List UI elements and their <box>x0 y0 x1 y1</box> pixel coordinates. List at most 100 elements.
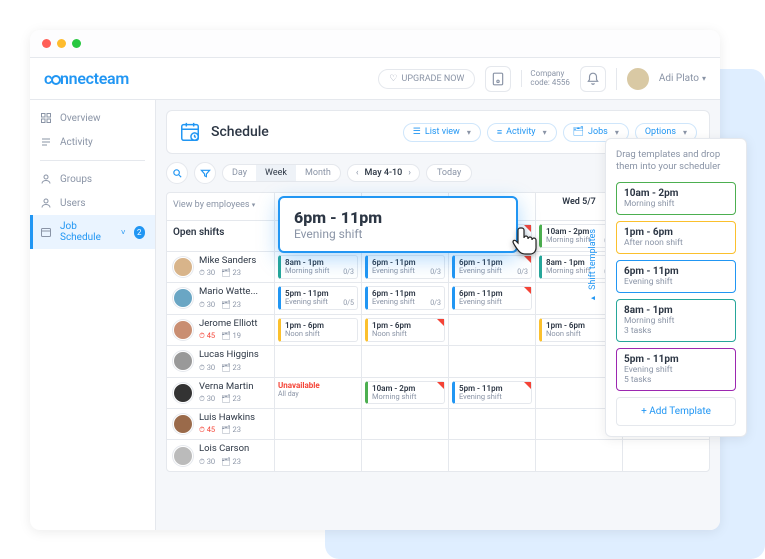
employee-cell[interactable]: Jerome Elliott⏱ 45🗂 19 <box>167 315 275 345</box>
templates-panel: Shift templates Drag templates and drop … <box>605 138 747 437</box>
templates-hint: Drag templates and drop them into your s… <box>616 149 736 174</box>
view-by-toggle[interactable]: View by employees ▾ <box>173 200 255 210</box>
dragging-template-time: 6pm - 11pm <box>294 208 502 227</box>
user-menu[interactable]: Adi Plato <box>659 73 706 84</box>
range-week[interactable]: Week <box>256 165 296 181</box>
open-shifts-label: Open shifts <box>167 221 275 251</box>
date-range: May 4-10 <box>365 168 403 178</box>
window-close-dot[interactable] <box>42 39 51 48</box>
flag-icon <box>437 382 444 389</box>
schedule-cell[interactable]: 6pm - 11pmEvening shift <box>449 283 536 313</box>
employee-avatar <box>173 446 193 466</box>
today-button[interactable]: Today <box>426 164 472 182</box>
schedule-cell[interactable]: 1pm - 6pmNoon shift <box>362 315 449 345</box>
nav-sidebar: OverviewActivity GroupsUsersJob Schedule˅… <box>30 100 156 530</box>
schedule-cell[interactable]: 5pm - 11pmEvening shift <box>449 378 536 408</box>
list-icon <box>40 136 52 148</box>
template-card[interactable]: 1pm - 6pmAfter noon shift <box>616 221 736 254</box>
schedule-cell[interactable] <box>275 346 362 376</box>
filter-icon[interactable] <box>194 162 216 184</box>
notifications-icon[interactable] <box>580 66 606 92</box>
upgrade-button[interactable]: ♡ UPGRADE NOW <box>378 69 475 89</box>
sidebar-item-job-schedule[interactable]: Job Schedule˅2 <box>30 215 155 249</box>
date-prev-icon[interactable]: ‹ <box>356 168 359 178</box>
employee-avatar <box>173 320 193 340</box>
employee-cell[interactable]: Luis Hawkins⏱ 45🗂 23 <box>167 409 275 439</box>
schedule-cell[interactable] <box>449 409 536 439</box>
schedule-cell[interactable]: 6pm - 11pmEvening shift0/3 <box>362 252 449 282</box>
schedule-cell[interactable] <box>362 346 449 376</box>
sidebar-item-overview[interactable]: Overview <box>30 106 155 130</box>
employee-cell[interactable]: Mario Watte...⏱ 30🗂 23 <box>167 283 275 313</box>
date-nav: ‹ May 4-10 › <box>347 164 420 182</box>
sidebar-item-activity[interactable]: Activity <box>30 130 155 154</box>
shift-card[interactable]: 1pm - 6pmNoon shift <box>278 318 358 342</box>
flag-icon <box>524 287 531 294</box>
range-month[interactable]: Month <box>296 165 340 181</box>
schedule-cell[interactable] <box>362 440 449 470</box>
schedule-cell[interactable]: 10am - 2pmMorning shift <box>362 378 449 408</box>
schedule-cell[interactable] <box>449 346 536 376</box>
schedule-icon <box>179 121 201 143</box>
schedule-cell[interactable] <box>449 440 536 470</box>
page-option-activity[interactable]: ≡Activity <box>487 123 557 142</box>
user-icon <box>40 173 52 185</box>
schedule-cell[interactable]: 8am - 1pmMorning shift0/3 <box>275 252 362 282</box>
brand-logo[interactable]: cnnecteam <box>44 69 129 88</box>
schedule-cell[interactable]: 5pm - 11pmEvening shift0/5 <box>275 283 362 313</box>
dragging-template-name: Evening shift <box>294 227 502 241</box>
shift-card[interactable]: 10am - 2pmMorning shift <box>365 381 445 405</box>
employee-cell[interactable]: Mike Sanders⏱ 30🗂 23 <box>167 252 275 282</box>
templates-collapse-tab[interactable]: Shift templates <box>588 229 598 303</box>
company-code: Companycode: 4556 <box>521 70 569 88</box>
range-day[interactable]: Day <box>223 165 256 181</box>
user-avatar[interactable] <box>627 68 649 90</box>
employee-cell[interactable]: Lucas Higgins⏱ 30🗂 23 <box>167 346 275 376</box>
employee-cell[interactable]: Lois Carson⏱ 30🗂 23 <box>167 440 275 470</box>
help-icon[interactable] <box>485 66 511 92</box>
date-next-icon[interactable]: › <box>408 168 411 178</box>
employee-avatar <box>173 257 193 277</box>
user-icon <box>40 197 52 209</box>
app-header: cnnecteam ♡ UPGRADE NOW Companycode: 455… <box>30 58 720 100</box>
unavailable-label: UnavailableAll day <box>278 381 358 398</box>
sidebar-badge: 2 <box>134 226 145 239</box>
sidebar-item-users[interactable]: Users <box>30 191 155 215</box>
schedule-cell[interactable]: 6pm - 11pmEvening shift0/3 <box>362 283 449 313</box>
cursor-icon <box>512 225 542 255</box>
shift-card[interactable]: 5pm - 11pmEvening shift <box>452 381 532 405</box>
shift-card[interactable]: 5pm - 11pmEvening shift0/5 <box>278 286 358 310</box>
window-min-dot[interactable] <box>57 39 66 48</box>
page-title: Schedule <box>211 124 269 140</box>
search-icon[interactable] <box>166 162 188 184</box>
shift-card[interactable]: 6pm - 11pmEvening shift <box>452 286 532 310</box>
schedule-cell[interactable] <box>275 440 362 470</box>
shift-card[interactable]: 6pm - 11pmEvening shift0/3 <box>365 286 445 310</box>
range-segment: DayWeekMonth <box>222 164 341 182</box>
template-card[interactable]: 6pm - 11pmEvening shift <box>616 260 736 293</box>
sidebar-item-groups[interactable]: Groups <box>30 167 155 191</box>
schedule-cell[interactable]: UnavailableAll day <box>275 378 362 408</box>
schedule-cell[interactable] <box>623 440 709 470</box>
sched-icon <box>40 226 52 238</box>
employee-avatar <box>173 351 193 371</box>
add-template-button[interactable]: + Add Template <box>616 397 736 426</box>
schedule-cell[interactable] <box>536 440 623 470</box>
schedule-cell[interactable] <box>362 409 449 439</box>
schedule-cell[interactable] <box>449 315 536 345</box>
window-max-dot[interactable] <box>72 39 81 48</box>
schedule-cell[interactable]: 1pm - 6pmNoon shift <box>275 315 362 345</box>
shift-card[interactable]: 1pm - 6pmNoon shift <box>365 318 445 342</box>
template-card[interactable]: 5pm - 11pmEvening shift5 tasks <box>616 348 736 391</box>
page-option-list-view[interactable]: ☰List view <box>403 123 481 142</box>
template-card[interactable]: 10am - 2pmMorning shift <box>616 182 736 215</box>
shift-card[interactable]: 6pm - 11pmEvening shift0/3 <box>365 255 445 279</box>
template-card[interactable]: 8am - 1pmMorning shift3 tasks <box>616 299 736 342</box>
shift-card[interactable]: 8am - 1pmMorning shift0/3 <box>278 255 358 279</box>
employee-cell[interactable]: Verna Martin⏱ 30🗂 23 <box>167 378 275 408</box>
dragging-template[interactable]: 6pm - 11pm Evening shift <box>278 196 518 253</box>
employee-avatar <box>173 414 193 434</box>
flag-icon <box>524 382 531 389</box>
window-titlebar <box>30 30 720 58</box>
schedule-cell[interactable] <box>275 409 362 439</box>
